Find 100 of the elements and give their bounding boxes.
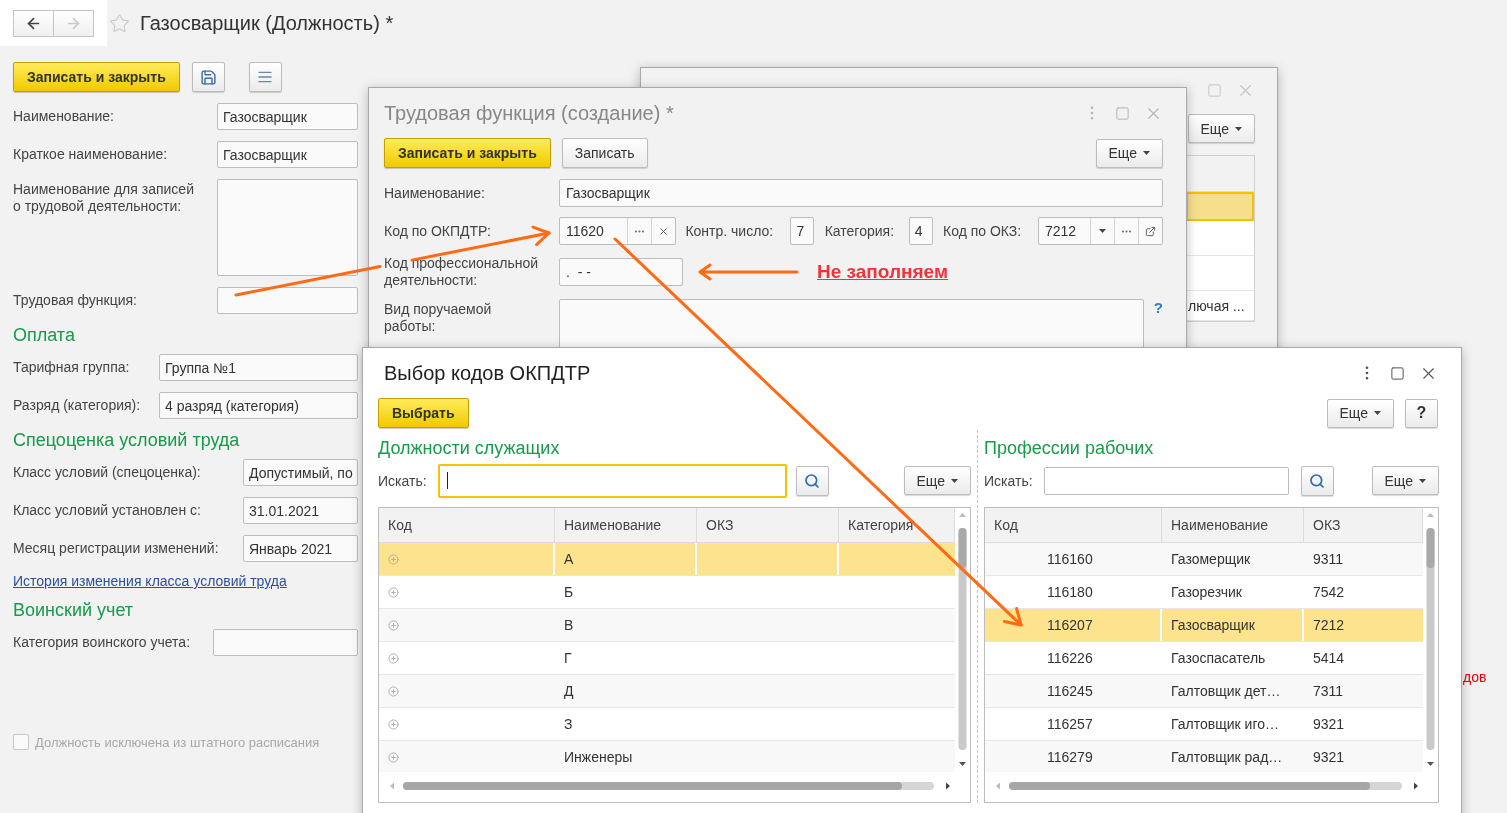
save-close-button[interactable]: Записать и закрыть: [384, 138, 551, 168]
field-label: Категория воинского учета:: [13, 634, 192, 651]
list-button[interactable]: [248, 62, 282, 92]
column-header[interactable]: Категория: [839, 508, 955, 542]
back-button[interactable]: [13, 9, 54, 37]
expand-icon[interactable]: [388, 718, 399, 730]
table-cell: 116180: [1047, 584, 1093, 600]
table-cell: Галтовщик иго…: [1171, 716, 1279, 732]
star-icon[interactable]: [109, 12, 130, 34]
text-field[interactable]: 4: [908, 217, 933, 245]
search-icon: [1309, 472, 1326, 489]
text-field[interactable]: Газосварщик: [217, 103, 358, 130]
column-header[interactable]: Код: [379, 508, 555, 542]
expand-icon[interactable]: [388, 553, 399, 565]
text-field[interactable]: Группа №1: [159, 354, 358, 381]
text-field[interactable]: 31.01.2021: [243, 497, 358, 524]
table-cell: 7311: [1313, 683, 1344, 699]
column-header[interactable]: Код: [985, 508, 1162, 542]
dialog-title: Выбор кодов ОКПДТР: [384, 361, 591, 385]
table-row[interactable]: 116207 Газосварщик 7212: [985, 609, 1423, 642]
code-field[interactable]: . - -: [559, 258, 683, 286]
table-row[interactable]: 116160 Газомерщик 9311: [985, 543, 1423, 576]
more-button[interactable]: Еще: [1187, 114, 1255, 143]
search-button[interactable]: [795, 465, 829, 496]
text-area[interactable]: [217, 179, 358, 276]
field-label: Наименование:: [384, 184, 486, 202]
table-cell: 9321: [1313, 716, 1345, 732]
field-label: Код по ОКЗ:: [943, 222, 1023, 240]
help-link[interactable]: ?: [1153, 299, 1163, 316]
caret-icon: [1419, 478, 1426, 483]
table-cell: лючая ...: [1188, 297, 1245, 314]
caret-icon: [1374, 411, 1381, 415]
more-button[interactable]: Еще: [903, 466, 971, 495]
table-cell: 116226: [1047, 650, 1093, 666]
section-heading: Оплата: [13, 325, 75, 346]
field-label: Наименование:: [13, 108, 115, 125]
table-row[interactable]: 116245 Галтовщик дет… 7311: [985, 675, 1423, 708]
table-cell: Газосварщик: [1171, 617, 1255, 633]
warning-text: дов: [1463, 669, 1487, 685]
expand-icon[interactable]: [388, 751, 399, 763]
maximize-icon[interactable]: [1390, 365, 1405, 381]
field-label: Разряд (категория):: [13, 397, 142, 414]
field-label: Код по ОКПДТР:: [384, 222, 492, 240]
text-field[interactable]: Газосварщик: [217, 141, 358, 168]
expand-icon[interactable]: [388, 652, 399, 664]
more-button[interactable]: Еще: [1326, 398, 1394, 428]
more-button[interactable]: Еще: [1095, 138, 1163, 168]
field-label: Класс условий установлен с:: [13, 502, 202, 519]
table-row[interactable]: В: [379, 609, 955, 642]
table-cell: А: [564, 551, 574, 567]
help-button[interactable]: ?: [1405, 398, 1438, 428]
search-button[interactable]: [1300, 465, 1334, 496]
table-cell: 7212: [1313, 617, 1345, 633]
expand-icon[interactable]: [388, 685, 399, 697]
panel-heading: Профессии рабочих: [984, 437, 1155, 460]
more-button[interactable]: Еще: [1371, 466, 1439, 495]
table-cell: 116279: [1047, 749, 1093, 765]
text-field[interactable]: 4 разряд (категория): [159, 392, 358, 419]
column-header[interactable]: Наименование: [1162, 508, 1304, 542]
table-cell: Д: [564, 683, 574, 699]
text-field[interactable]: Январь 2021: [243, 535, 358, 562]
text-field[interactable]: [217, 287, 358, 314]
table-row[interactable]: [1186, 192, 1254, 221]
table-row[interactable]: Д: [379, 675, 955, 708]
expand-icon[interactable]: [388, 619, 399, 631]
search-field[interactable]: [438, 463, 787, 498]
table-cell: Газорезчик: [1171, 584, 1242, 600]
table-cell: 116245: [1047, 683, 1093, 699]
column-header[interactable]: Наименование: [555, 508, 697, 542]
field-label: Вид поручаемой работы:: [384, 300, 493, 335]
text-field[interactable]: Газосварщик: [559, 179, 1163, 207]
table-cell: 116257: [1047, 716, 1093, 732]
table-row[interactable]: 116279 Галтовщик рад… 9321: [985, 741, 1423, 772]
table-cell: 116207: [1047, 617, 1093, 633]
text-field[interactable]: [213, 629, 358, 656]
maximize-icon[interactable]: [1207, 83, 1222, 98]
save-close-button[interactable]: Записать и закрыть: [13, 62, 180, 92]
table-row[interactable]: Инженеры: [379, 741, 955, 772]
column-header[interactable]: ОКЗ: [1304, 508, 1423, 542]
column-header[interactable]: ОКЗ: [697, 508, 839, 542]
text-field[interactable]: Допустимый, по: [243, 459, 358, 486]
search-field[interactable]: [1044, 466, 1289, 495]
caret-icon: [951, 478, 958, 483]
history-link[interactable]: История изменения класса условий труда: [13, 573, 287, 589]
table-cell: 116160: [1047, 551, 1093, 567]
select-button[interactable]: Выбрать: [378, 398, 469, 428]
text-field[interactable]: 7: [790, 217, 815, 245]
annotation-text: Не заполняем: [817, 261, 948, 283]
expand-icon[interactable]: [388, 586, 399, 598]
code-field[interactable]: 7212: [1038, 217, 1163, 245]
save-button[interactable]: Записать: [561, 138, 648, 168]
caret-icon: [1235, 126, 1242, 131]
table-cell: Газомерщик: [1171, 551, 1251, 567]
code-field[interactable]: 11620: [559, 217, 676, 245]
table-cell: Галтовщик рад…: [1171, 749, 1283, 765]
table-row[interactable]: А: [379, 543, 955, 576]
list-icon: [257, 69, 274, 85]
save-button[interactable]: [191, 62, 225, 92]
maximize-icon[interactable]: [1115, 105, 1130, 121]
field-label: Категория:: [824, 222, 896, 240]
